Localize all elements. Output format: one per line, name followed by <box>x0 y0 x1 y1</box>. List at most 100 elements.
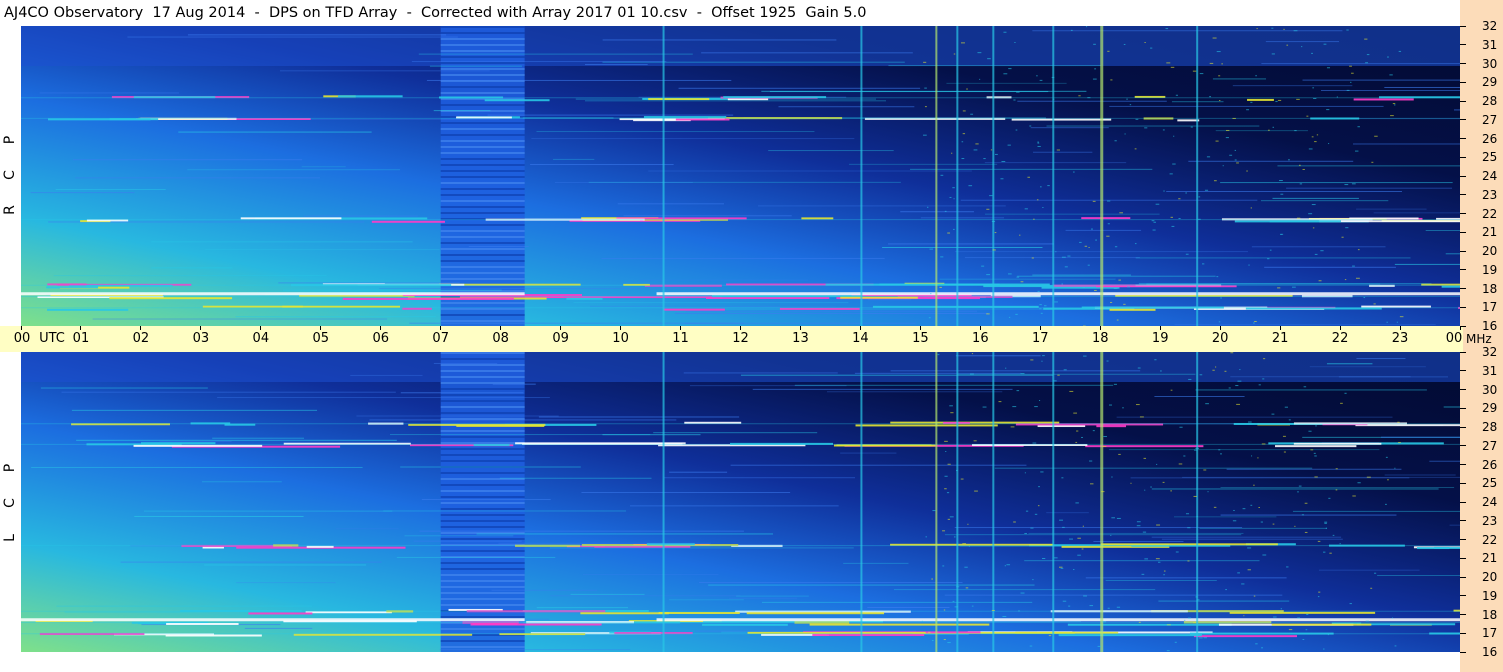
dropout-stripe <box>440 26 525 28</box>
noise-speckle <box>1061 283 1063 285</box>
noise-speckle <box>1033 218 1035 220</box>
noise-speckle <box>1062 526 1065 528</box>
noise-streak <box>1230 376 1411 378</box>
noise-streak <box>1356 358 1406 360</box>
interference-segment <box>47 308 129 311</box>
noise-speckle <box>1037 145 1041 147</box>
noise-speckle <box>1144 127 1148 129</box>
noise-speckle <box>1392 103 1396 105</box>
noise-speckle <box>1262 554 1267 556</box>
noise-speckle <box>1039 304 1042 306</box>
dropout-stripe <box>440 598 525 600</box>
noise-speckle <box>1346 89 1350 91</box>
polarization-letter: C <box>2 498 18 508</box>
noise-speckle <box>1079 241 1082 243</box>
noise-speckle <box>968 185 973 187</box>
time-tick-label: 17 <box>1032 331 1049 346</box>
noise-speckle <box>1387 56 1389 58</box>
time-tick-label: 18 <box>1091 331 1109 346</box>
interference-segment <box>702 623 788 626</box>
interference-segment <box>663 308 725 311</box>
dropout-stripe <box>440 278 525 280</box>
noise-speckle <box>1306 115 1309 117</box>
frequency-tick <box>1460 213 1466 214</box>
noise-speckle <box>1313 452 1316 454</box>
frequency-tick-label: 18 <box>1482 281 1498 296</box>
noise-streak <box>848 163 998 165</box>
noise-streak <box>843 562 909 564</box>
noise-streak <box>389 434 651 436</box>
noise-speckle <box>1258 506 1260 508</box>
noise-speckle <box>1048 635 1052 637</box>
noise-speckle <box>1323 551 1326 553</box>
noise-speckle <box>983 158 986 160</box>
noise-streak <box>143 510 393 512</box>
noise-speckle <box>970 373 974 375</box>
frequency-tick <box>1460 63 1466 64</box>
noise-speckle <box>1052 98 1055 100</box>
noise-speckle <box>1175 551 1179 553</box>
noise-speckle <box>1064 266 1068 268</box>
time-tick-label: 11 <box>672 331 689 346</box>
noise-speckle <box>1397 421 1400 423</box>
noise-speckle <box>939 286 942 288</box>
frequency-tick-label: 23 <box>1482 513 1498 528</box>
noise-speckle <box>1373 303 1376 305</box>
noise-speckle <box>1216 276 1219 278</box>
noise-streak <box>1151 488 1439 490</box>
noise-streak <box>282 289 502 291</box>
noise-speckle <box>1247 547 1252 549</box>
noise-speckle <box>1172 163 1176 165</box>
noise-speckle <box>1275 101 1278 103</box>
noise-speckle <box>1394 467 1396 469</box>
noise-speckle <box>1318 591 1321 593</box>
interference-segment <box>1356 623 1456 626</box>
noise-speckle <box>973 149 978 151</box>
noise-speckle <box>1250 101 1253 103</box>
frequency-unit-label: MHz <box>1466 332 1492 346</box>
noise-speckle <box>1201 263 1205 265</box>
dropout-stripe <box>440 448 525 450</box>
noise-speckle <box>970 113 974 115</box>
noise-speckle <box>1092 78 1097 80</box>
strong-signal-band <box>21 618 525 622</box>
interference-segment <box>812 633 925 636</box>
noise-speckle <box>1057 374 1060 376</box>
time-tick-label: 20 <box>1211 331 1229 346</box>
noise-speckle <box>1150 47 1153 49</box>
interference-band <box>21 219 1460 221</box>
noise-speckle <box>1136 525 1141 527</box>
noise-streak <box>1017 100 1167 102</box>
noise-speckle <box>943 639 946 641</box>
noise-streak <box>867 299 912 301</box>
noise-speckle <box>1107 200 1111 202</box>
frequency-tick <box>1460 407 1466 409</box>
dropout-stripe <box>440 454 525 456</box>
noise-speckle <box>1162 481 1165 483</box>
noise-streak <box>648 170 972 172</box>
noise-speckle <box>1187 527 1191 529</box>
noise-streak <box>356 415 559 417</box>
time-tick-label: 02 <box>132 331 150 346</box>
noise-speckle <box>1054 557 1058 559</box>
noise-speckle <box>952 187 955 189</box>
noise-speckle <box>971 353 974 355</box>
time-tick <box>500 326 502 330</box>
noise-streak <box>538 416 740 418</box>
noise-speckle <box>1248 264 1250 266</box>
noise-speckle <box>1077 554 1081 556</box>
noise-speckle <box>1092 200 1096 202</box>
noise-speckle <box>1385 456 1388 458</box>
frequency-tick <box>1460 306 1466 308</box>
time-tick <box>320 326 322 330</box>
interference-band <box>21 117 1460 119</box>
noise-speckle <box>1253 322 1255 324</box>
noise-speckle <box>1340 402 1343 404</box>
noise-speckle <box>1002 616 1007 618</box>
noise-speckle <box>1272 126 1275 128</box>
noise-speckle <box>1297 617 1301 619</box>
time-tick-label: 12 <box>732 331 749 346</box>
noise-speckle <box>1036 75 1038 77</box>
noise-speckle <box>1344 184 1349 186</box>
noise-speckle <box>1012 406 1017 408</box>
